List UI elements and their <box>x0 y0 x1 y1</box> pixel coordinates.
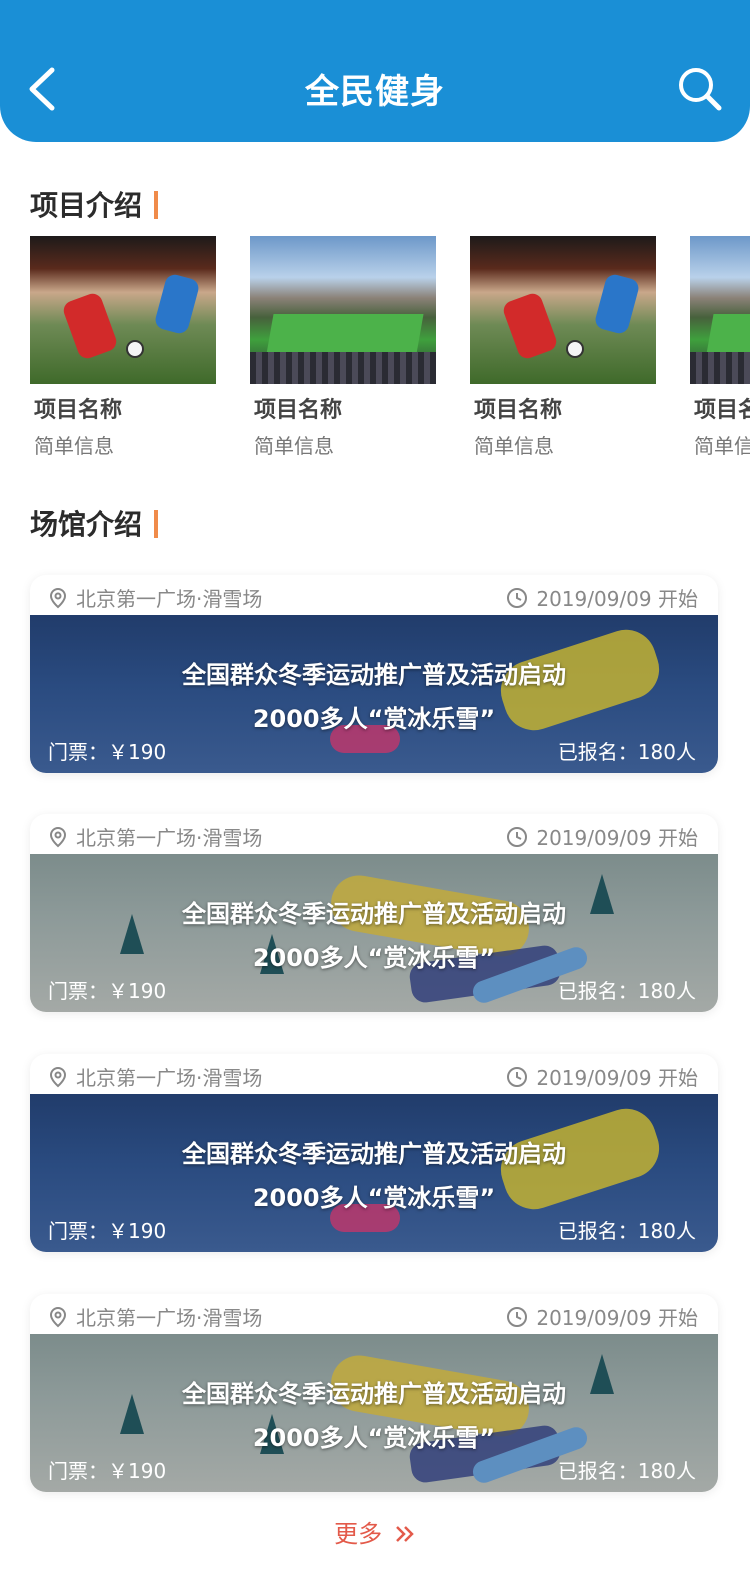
venue-card[interactable]: 北京第一广场·滑雪场 2019/09/09 开始 全国群众冬季运动推广普及活动启… <box>30 1294 718 1492</box>
location-pin-icon <box>49 1306 67 1327</box>
location-pin-icon <box>49 1066 67 1087</box>
date-text: 2019/09/09 开始 <box>536 1306 698 1330</box>
more-label: 更多 <box>334 1520 383 1548</box>
headline-line-2: 2000多人“赏冰乐雪” <box>252 1184 496 1212</box>
search-icon <box>679 68 722 111</box>
location-text: 北京第一广场·滑雪场 <box>76 826 263 850</box>
card-date: 2019/09/09 开始 <box>506 583 698 612</box>
ticket-price: 门票：￥190 <box>48 1459 167 1483</box>
card-location: 北京第一广场·滑雪场 <box>48 1302 262 1331</box>
signup-count: 已报名：180人 <box>557 1459 696 1483</box>
player-red <box>60 290 120 362</box>
crowd <box>690 352 750 384</box>
pitch <box>266 314 424 354</box>
project-name: 项目名称 <box>474 398 563 423</box>
project-name: 项目名称 <box>254 398 343 423</box>
location-pin-icon <box>49 587 67 608</box>
projects-section-title: 项目介绍 <box>30 184 159 224</box>
card-location: 北京第一广场·滑雪场 <box>48 583 262 612</box>
card-meta: 北京第一广场·滑雪场 2019/09/09 开始 <box>30 575 718 615</box>
pitch <box>706 314 750 354</box>
card-headline: 全国群众冬季运动推广普及活动启动 2000多人“赏冰乐雪” <box>30 892 718 980</box>
card-banner: 全国群众冬季运动推广普及活动启动 2000多人“赏冰乐雪” 门票：￥190 已报… <box>30 1334 718 1492</box>
card-headline: 全国群众冬季运动推广普及活动启动 2000多人“赏冰乐雪” <box>30 653 718 741</box>
venue-card[interactable]: 北京第一广场·滑雪场 2019/09/09 开始 全国群众冬季运动推广普及活动启… <box>30 1054 718 1252</box>
headline-line-2: 2000多人“赏冰乐雪” <box>252 1424 496 1452</box>
ticket-price: 门票：￥190 <box>48 979 167 1003</box>
player-blue <box>153 272 201 336</box>
headline-line-2: 2000多人“赏冰乐雪” <box>252 705 496 733</box>
signup-count: 已报名：180人 <box>557 1219 696 1243</box>
player-red <box>500 290 560 362</box>
date-text: 2019/09/09 开始 <box>536 587 698 611</box>
card-location: 北京第一广场·滑雪场 <box>48 1062 262 1091</box>
card-location: 北京第一广场·滑雪场 <box>48 822 262 851</box>
title-accent-bar <box>154 191 159 219</box>
project-name: 项目名称 <box>34 398 123 423</box>
project-carousel[interactable]: 项目名称 简单信息 项目名称 简单信息 项目名称 简单信息 项目名称 简单信息 <box>30 236 750 456</box>
date-text: 2019/09/09 开始 <box>536 1066 698 1090</box>
project-image <box>690 236 750 384</box>
card-headline: 全国群众冬季运动推广普及活动启动 2000多人“赏冰乐雪” <box>30 1132 718 1220</box>
headline-line-1: 全国群众冬季运动推广普及活动启动 <box>182 661 566 689</box>
headline-line-1: 全国群众冬季运动推广普及活动启动 <box>182 1140 566 1168</box>
card-date: 2019/09/09 开始 <box>506 1302 698 1331</box>
project-image <box>30 236 216 384</box>
signup-count: 已报名：180人 <box>557 979 696 1003</box>
crowd <box>250 352 436 384</box>
project-name: 项目名称 <box>694 398 750 423</box>
project-image <box>250 236 436 384</box>
clock-icon <box>507 1306 528 1327</box>
card-headline: 全国群众冬季运动推广普及活动启动 2000多人“赏冰乐雪” <box>30 1372 718 1460</box>
headline-line-1: 全国群众冬季运动推广普及活动启动 <box>182 1380 566 1408</box>
clock-icon <box>507 587 528 608</box>
ticket-price: 门票：￥190 <box>48 1219 167 1243</box>
card-meta: 北京第一广场·滑雪场 2019/09/09 开始 <box>30 1054 718 1094</box>
search-button[interactable] <box>676 64 724 114</box>
project-info: 简单信息 <box>694 434 750 456</box>
card-meta: 北京第一广场·滑雪场 2019/09/09 开始 <box>30 1294 718 1334</box>
location-text: 北京第一广场·滑雪场 <box>76 1306 263 1330</box>
project-card[interactable]: 项目名称 简单信息 <box>250 236 436 456</box>
clock-icon <box>507 1066 528 1087</box>
project-card[interactable]: 项目名称 简单信息 <box>690 236 750 456</box>
card-meta: 北京第一广场·滑雪场 2019/09/09 开始 <box>30 814 718 854</box>
project-card[interactable]: 项目名称 简单信息 <box>470 236 656 456</box>
venues-section-label: 场馆介绍 <box>30 508 143 541</box>
project-info: 简单信息 <box>474 434 554 456</box>
venues-section-title: 场馆介绍 <box>30 503 159 543</box>
top-bar: 全民健身 <box>0 0 750 142</box>
card-date: 2019/09/09 开始 <box>506 822 698 851</box>
headline-line-1: 全国群众冬季运动推广普及活动启动 <box>182 900 566 928</box>
project-image <box>470 236 656 384</box>
title-accent-bar <box>154 510 159 538</box>
location-pin-icon <box>49 826 67 847</box>
card-banner: 全国群众冬季运动推广普及活动启动 2000多人“赏冰乐雪” 门票：￥190 已报… <box>30 615 718 773</box>
date-text: 2019/09/09 开始 <box>536 826 698 850</box>
double-chevron-right-icon <box>395 1526 414 1542</box>
projects-section-label: 项目介绍 <box>30 189 143 222</box>
ticket-price: 门票：￥190 <box>48 740 167 764</box>
card-banner: 全国群众冬季运动推广普及活动启动 2000多人“赏冰乐雪” 门票：￥190 已报… <box>30 854 718 1012</box>
headline-line-2: 2000多人“赏冰乐雪” <box>252 944 496 972</box>
location-text: 北京第一广场·滑雪场 <box>76 587 263 611</box>
location-text: 北京第一广场·滑雪场 <box>76 1066 263 1090</box>
card-date: 2019/09/09 开始 <box>506 1062 698 1091</box>
project-info: 简单信息 <box>254 434 334 456</box>
project-info: 简单信息 <box>34 434 114 456</box>
signup-count: 已报名：180人 <box>557 740 696 764</box>
page-title: 全民健身 <box>305 72 445 112</box>
more-link[interactable]: 更多 <box>0 1514 750 1549</box>
project-card[interactable]: 项目名称 简单信息 <box>30 236 216 456</box>
venue-card[interactable]: 北京第一广场·滑雪场 2019/09/09 开始 全国群众冬季运动推广普及活动启… <box>30 814 718 1012</box>
player-blue <box>593 272 641 336</box>
card-banner: 全国群众冬季运动推广普及活动启动 2000多人“赏冰乐雪” 门票：￥190 已报… <box>30 1094 718 1252</box>
clock-icon <box>507 826 528 847</box>
football <box>126 340 144 358</box>
venue-card[interactable]: 北京第一广场·滑雪场 2019/09/09 开始 全国群众冬季运动推广普及活动启… <box>30 575 718 773</box>
football <box>566 340 584 358</box>
